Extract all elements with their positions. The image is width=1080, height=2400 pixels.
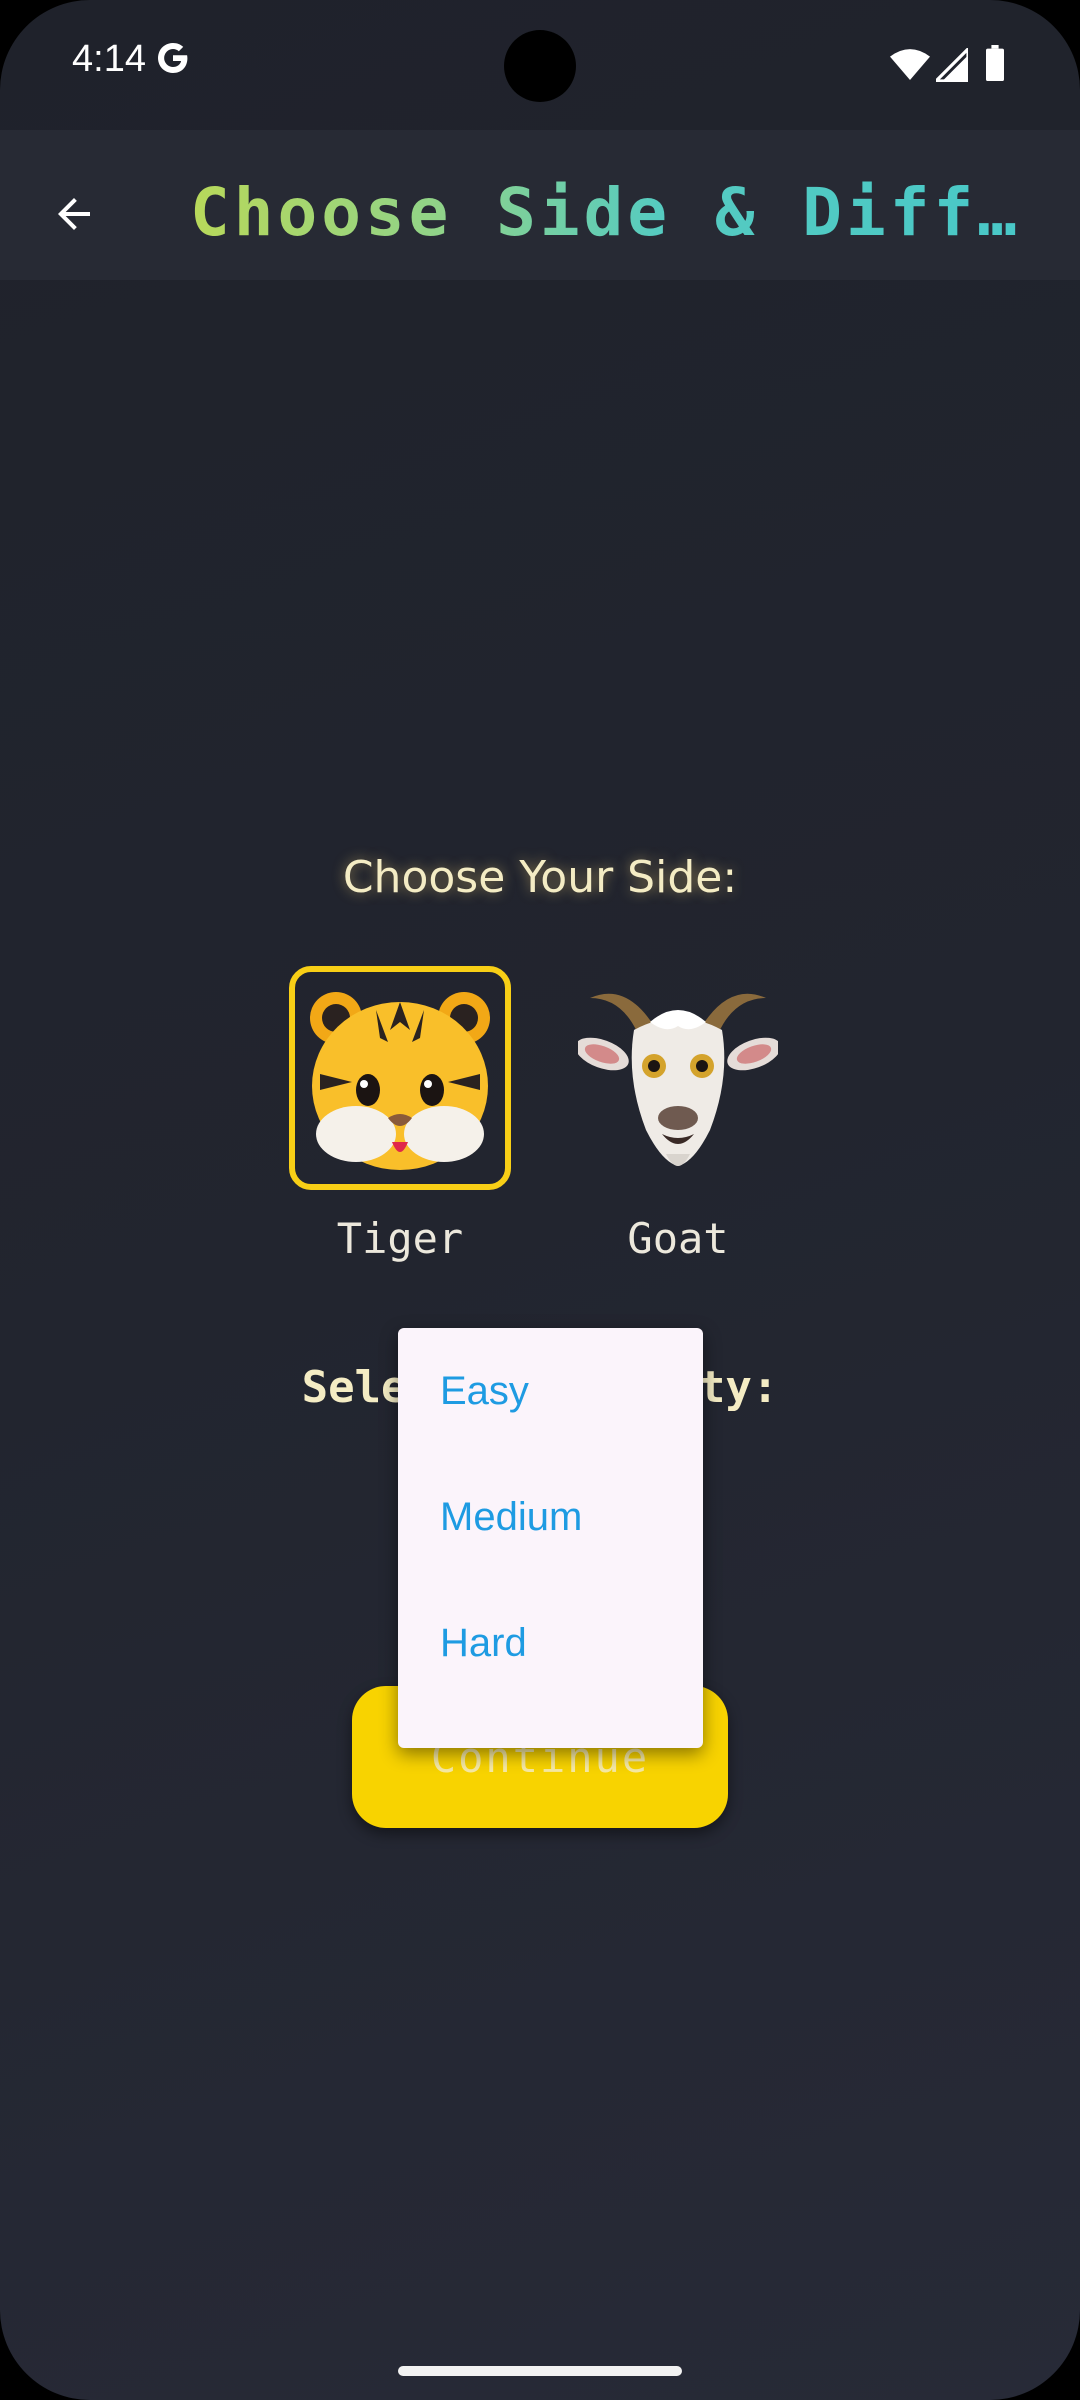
back-button[interactable] (30, 170, 118, 258)
menu-item-easy[interactable]: Easy (398, 1328, 703, 1454)
menu-item-medium[interactable]: Medium (398, 1454, 703, 1580)
choose-side-heading: Choose Your Side: (342, 852, 738, 903)
home-indicator[interactable] (398, 2366, 682, 2376)
tiger-label: Tiger (336, 1214, 464, 1263)
menu-item-hard[interactable]: Hard (398, 1580, 703, 1706)
tiger-face-icon (310, 992, 490, 1170)
status-time: 4:14 (72, 38, 146, 80)
camera-cutout (504, 30, 576, 102)
app-bar: Choose Side & Diff… (0, 130, 1080, 280)
battery-icon (986, 45, 1004, 81)
arrow-back-icon (58, 198, 90, 230)
goat-label: Goat (627, 1214, 729, 1263)
goat-option[interactable] (567, 966, 789, 1190)
signal-icon (936, 48, 968, 82)
page-title: Choose Side & Diff… (190, 158, 1040, 268)
difficulty-dropdown-menu: Easy Medium Hard (398, 1328, 703, 1748)
google-g-icon (158, 43, 188, 73)
status-bar: 4:14 (0, 0, 1080, 130)
tiger-option[interactable] (289, 966, 511, 1190)
wifi-icon (890, 49, 930, 80)
goat-face-icon (578, 993, 778, 1166)
screen: 4:14 Choose Side & Diff… Choose Your Sid… (0, 0, 1080, 2400)
